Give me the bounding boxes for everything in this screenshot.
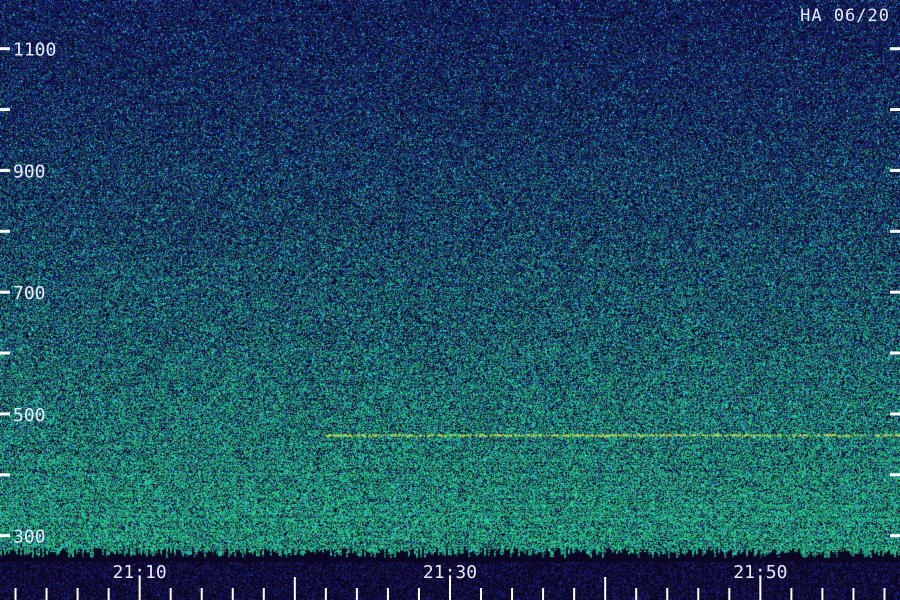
y-tick-label: 700 <box>13 283 46 304</box>
y-tick-label: 500 <box>13 405 46 426</box>
y-tick-label: 300 <box>13 527 46 548</box>
y-tick-label: 1100 <box>13 40 56 61</box>
station-label: HA 06/20 <box>800 6 890 26</box>
x-tick-label: 21:30 <box>423 562 477 583</box>
spectrogram-chart: 300 500 700 900 1100 21:10 21:30 21:50 HA 06/20 <box>0 0 900 600</box>
x-tick-label: 21:50 <box>733 562 787 583</box>
axis-overlay: 300 500 700 900 1100 21:10 21:30 21:50 <box>0 40 900 600</box>
x-tick-label: 21:10 <box>113 562 167 583</box>
y-tick-label: 900 <box>13 161 46 182</box>
